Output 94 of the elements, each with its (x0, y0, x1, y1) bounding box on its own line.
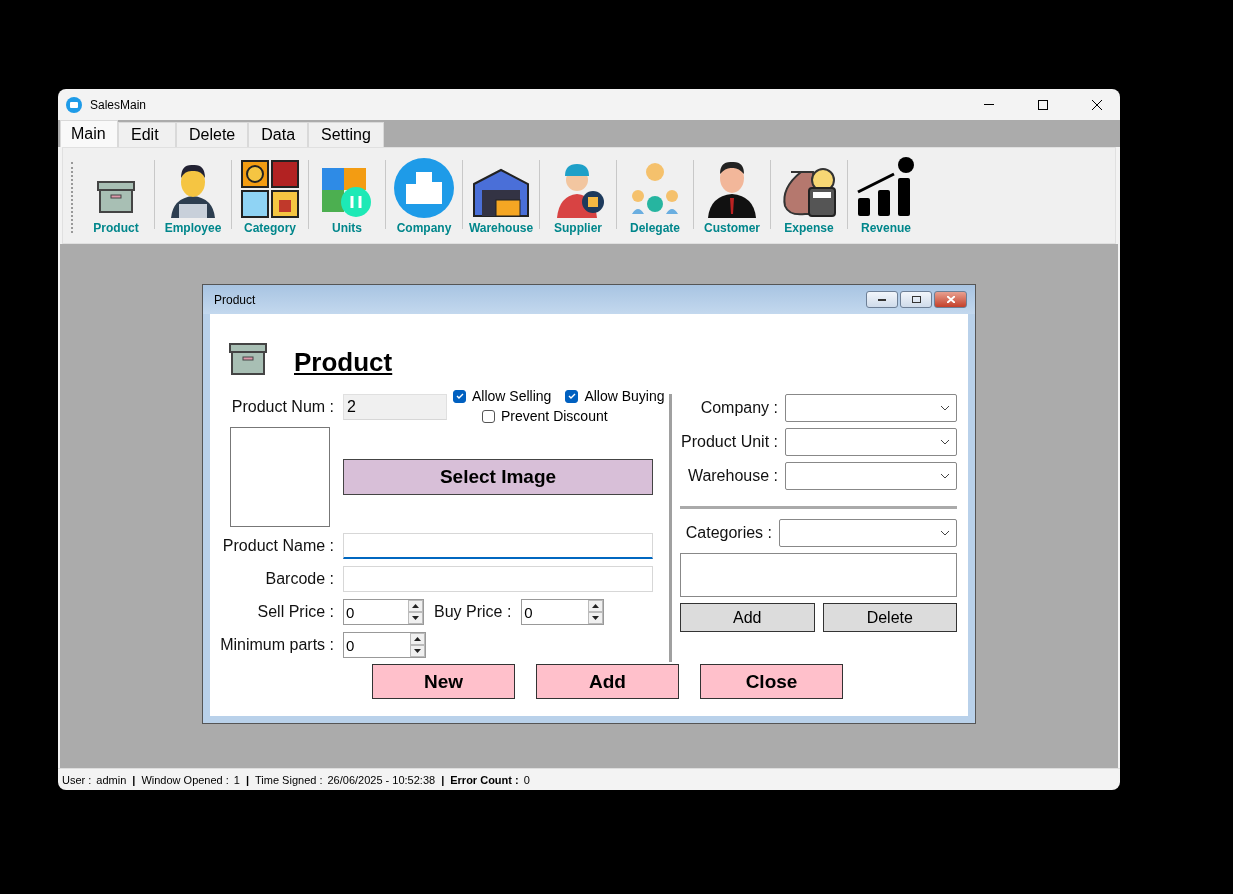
restore-icon (911, 296, 921, 303)
chevron-down-icon (940, 473, 950, 479)
product-number-field[interactable]: 2 (343, 394, 447, 420)
status-value: 26/06/2025 - 10:52:38 (327, 773, 436, 786)
barcode-field[interactable] (343, 566, 653, 592)
field-label: Categories : (684, 524, 772, 542)
close-icon (946, 296, 955, 303)
status-value: 0 (523, 773, 530, 786)
check-icon (567, 393, 576, 399)
field-label: Minimum parts : (219, 636, 334, 654)
dialog-action-button[interactable]: Close (700, 664, 843, 699)
dropdown[interactable] (785, 462, 957, 490)
app-icon (66, 96, 82, 113)
category-action-button[interactable]: Delete (822, 603, 957, 632)
growth-chart-icon (856, 156, 916, 218)
toolbar-button[interactable]: Category (233, 156, 307, 243)
toolbar-button[interactable]: Revenue (849, 156, 923, 243)
status-value: 1 (233, 773, 240, 786)
caret-down-icon (592, 616, 600, 620)
check-icon (455, 393, 464, 399)
dropdown[interactable] (779, 519, 957, 547)
number-spinner[interactable]: 0 (343, 599, 424, 625)
spin-up-button[interactable] (410, 633, 425, 645)
close-icon (1092, 99, 1102, 110)
field-label: Product Num : (230, 398, 334, 416)
window-title: SalesMain (90, 97, 148, 112)
toolbar-button[interactable]: Customer (695, 156, 769, 243)
field-label: Barcode : (264, 570, 334, 588)
spin-up-button[interactable] (408, 600, 423, 612)
status-label: Window Opened : (141, 773, 229, 786)
checkbox-box[interactable] (565, 389, 579, 403)
category-icon (241, 160, 299, 218)
chevron-down-icon (940, 439, 950, 445)
toolbar-button[interactable]: Warehouse (464, 156, 538, 243)
field-label: Company : (699, 399, 778, 417)
minimize-icon (984, 104, 994, 105)
status-separator: | (441, 773, 445, 786)
categories-list[interactable] (680, 553, 957, 597)
spin-down-button[interactable] (408, 612, 423, 624)
minimize-button[interactable] (866, 291, 898, 308)
maximize-icon (1038, 99, 1048, 110)
minimize-icon (878, 298, 886, 301)
warehouse-icon (472, 168, 530, 218)
toolbar-button[interactable]: Company (387, 156, 461, 243)
caret-down-icon (412, 616, 419, 620)
toolbar-button[interactable]: Expense (772, 156, 846, 243)
checkbox[interactable]: Prevent Discount (482, 408, 665, 424)
checkbox[interactable]: Allow Selling (453, 388, 552, 404)
status-separator: | (245, 773, 250, 786)
toolbar-button[interactable]: Units (310, 156, 384, 243)
dropdown[interactable] (785, 428, 957, 456)
product-name-field[interactable] (343, 533, 653, 559)
ribbon-tab[interactable]: Delete (176, 122, 249, 147)
category-action-button[interactable]: Add (680, 603, 815, 632)
checkbox-box[interactable] (482, 409, 495, 423)
field-label: Buy Price : (434, 603, 512, 621)
dropdown[interactable] (785, 394, 957, 422)
spin-up-button[interactable] (588, 600, 604, 612)
dialog-heading: Product (294, 346, 393, 378)
caret-up-icon (414, 637, 421, 641)
caret-up-icon (412, 604, 419, 608)
ribbon-tab[interactable]: Setting (308, 122, 384, 147)
ribbon-tab[interactable]: Main (60, 120, 118, 147)
checkbox-box[interactable] (453, 389, 466, 403)
status-label: Error Count : (450, 773, 519, 786)
buildings-icon (394, 158, 454, 218)
toolbar-button[interactable]: Employee (156, 156, 230, 243)
field-label: Sell Price : (256, 603, 334, 621)
chevron-down-icon (940, 405, 950, 411)
toolbar-button[interactable]: Delegate (618, 156, 692, 243)
dialog-title: Product (214, 292, 256, 307)
restore-button[interactable] (900, 291, 932, 308)
field-label: Product Unit : (680, 433, 778, 451)
caret-up-icon (592, 604, 600, 608)
field-label: Warehouse : (686, 467, 778, 485)
status-label: Time Signed : (255, 773, 323, 786)
spin-down-button[interactable] (410, 645, 425, 657)
checkbox[interactable]: Allow Buying (565, 388, 665, 404)
ribbon-tab[interactable]: Data (248, 122, 309, 147)
toolbar-button[interactable]: Product (79, 156, 153, 243)
status-value: admin (96, 773, 127, 786)
select-image-button[interactable]: Select Image (343, 458, 653, 495)
caret-down-icon (414, 649, 421, 653)
chevron-down-icon (940, 530, 950, 536)
ribbon-tab[interactable]: Edit (118, 122, 176, 147)
number-spinner[interactable]: 0 (343, 632, 426, 658)
field-label: Product Name : (221, 537, 334, 555)
status-separator: | (132, 773, 136, 786)
toolbar-button[interactable]: Supplier (541, 156, 615, 243)
dialog-action-button[interactable]: Add (536, 664, 679, 699)
number-spinner[interactable]: 0 (521, 599, 605, 625)
dialog-action-button[interactable]: New (372, 664, 515, 699)
status-label: User : (62, 773, 92, 786)
spin-down-button[interactable] (588, 612, 604, 624)
